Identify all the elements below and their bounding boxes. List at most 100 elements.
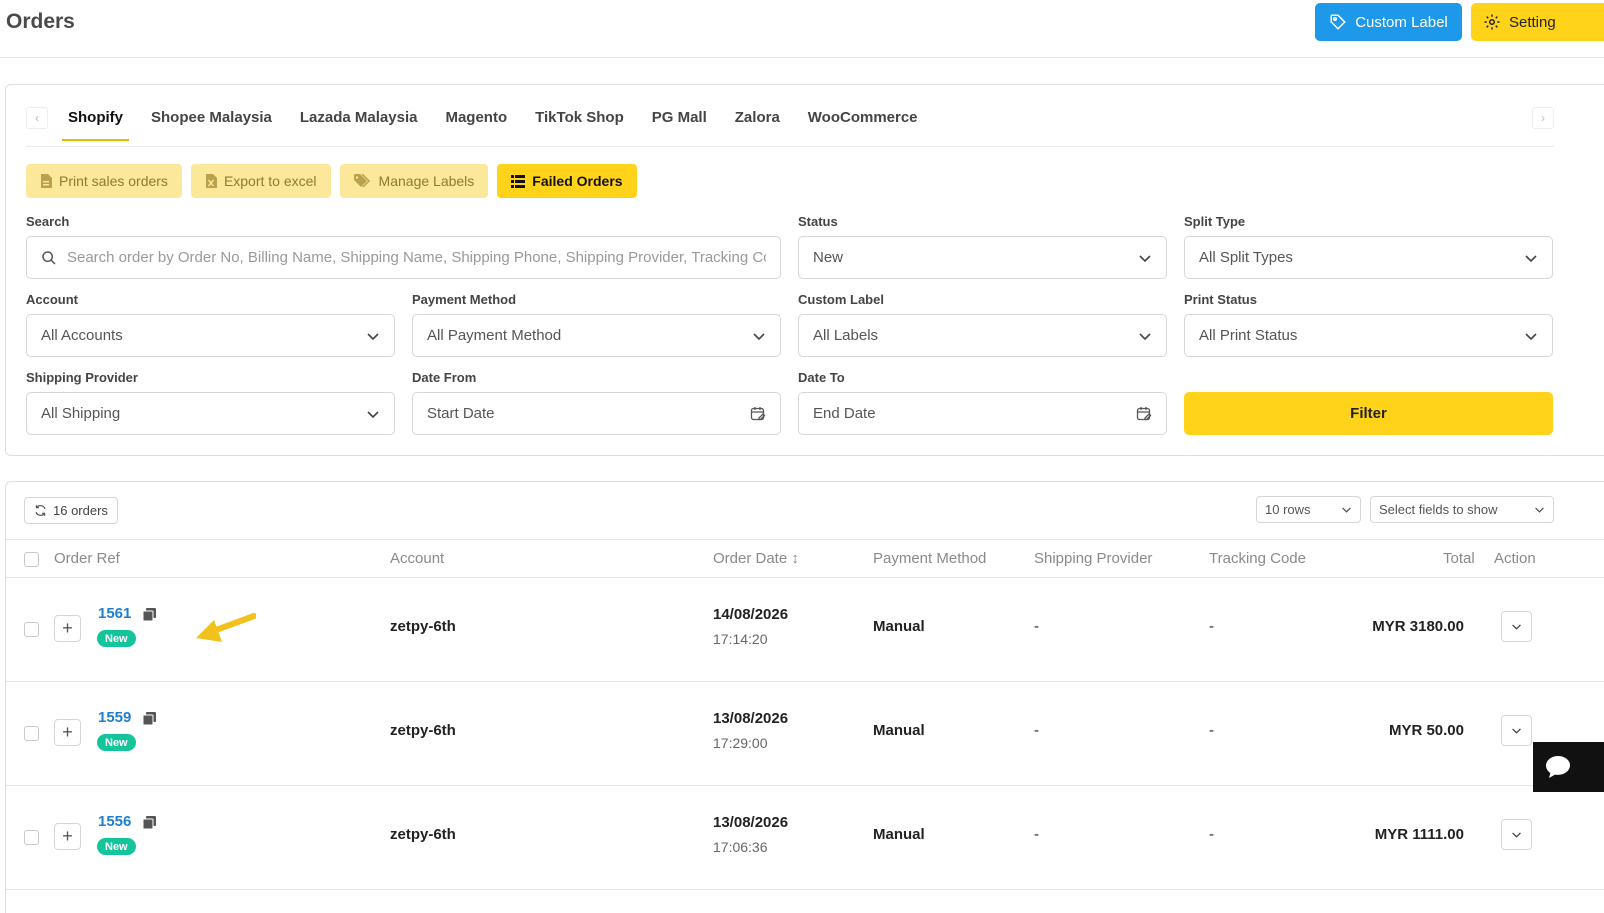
row-action-dropdown[interactable] bbox=[1501, 819, 1532, 850]
copy-icon[interactable] bbox=[143, 816, 156, 829]
tab-woocommerce[interactable]: WooCommerce bbox=[808, 109, 918, 140]
account-select[interactable]: All Accounts bbox=[26, 314, 395, 357]
status-select[interactable]: New bbox=[798, 236, 1167, 279]
split-type-value: All Split Types bbox=[1199, 249, 1293, 266]
row-checkbox[interactable] bbox=[24, 726, 39, 741]
date-from-placeholder: Start Date bbox=[427, 405, 495, 422]
expand-row-button[interactable]: + bbox=[54, 615, 81, 642]
order-date-cell: 13/08/2026 bbox=[713, 814, 789, 831]
split-type-select[interactable]: All Split Types bbox=[1184, 236, 1553, 279]
row-checkbox[interactable] bbox=[24, 830, 39, 845]
rows-per-page-value: 10 rows bbox=[1265, 502, 1311, 517]
date-from-input[interactable]: Start Date bbox=[412, 392, 781, 435]
manage-labels-text: Manage Labels bbox=[378, 173, 475, 189]
calendar-icon[interactable] bbox=[1136, 406, 1152, 422]
print-status-label: Print Status bbox=[1184, 292, 1257, 307]
order-date-cell: 13/08/2026 bbox=[713, 710, 789, 727]
chevron-down-icon bbox=[367, 332, 379, 340]
col-order-date[interactable]: Order Date ↕ bbox=[713, 550, 799, 567]
calendar-icon[interactable] bbox=[750, 406, 766, 422]
print-status-select[interactable]: All Print Status bbox=[1184, 314, 1553, 357]
tab-lazada-malaysia[interactable]: Lazada Malaysia bbox=[300, 109, 418, 140]
payment-method-cell: Manual bbox=[873, 618, 925, 635]
tab-scroll-right-button[interactable]: › bbox=[1532, 107, 1554, 129]
chevron-down-icon bbox=[1139, 254, 1151, 262]
tracking-code-cell: - bbox=[1209, 826, 1214, 843]
shipping-provider-select[interactable]: All Shipping bbox=[26, 392, 395, 435]
row-checkbox[interactable] bbox=[24, 622, 39, 637]
date-to-placeholder: End Date bbox=[813, 405, 876, 422]
status-badge: New bbox=[97, 630, 136, 647]
search-icon bbox=[42, 250, 56, 265]
account-value: All Accounts bbox=[41, 327, 123, 344]
search-input[interactable]: Search order by Order No, Billing Name, … bbox=[26, 236, 781, 279]
col-action: Action bbox=[1494, 550, 1536, 567]
filter-button[interactable]: Filter bbox=[1184, 392, 1553, 435]
failed-orders-button[interactable]: Failed Orders bbox=[497, 164, 637, 198]
copy-icon[interactable] bbox=[143, 712, 156, 725]
tab-shopify[interactable]: Shopify bbox=[62, 109, 129, 141]
shipping-provider-value: All Shipping bbox=[41, 405, 121, 422]
marketplace-tabbar: ‹ Shopify Shopee Malaysia Lazada Malaysi… bbox=[26, 103, 1554, 147]
chevron-down-icon bbox=[367, 410, 379, 418]
order-ref-link[interactable]: 1556 bbox=[98, 813, 131, 830]
order-ref-link[interactable]: 1561 bbox=[98, 605, 131, 622]
custom-label-select[interactable]: All Labels bbox=[798, 314, 1167, 357]
order-actions: Print sales orders Export to excel Manag… bbox=[26, 164, 637, 198]
select-fields-dropdown[interactable]: Select fields to show bbox=[1370, 496, 1554, 523]
chevron-down-icon bbox=[753, 332, 765, 340]
tab-pg-mall[interactable]: PG Mall bbox=[652, 109, 707, 140]
custom-label-button-text: Custom Label bbox=[1355, 13, 1448, 31]
account-label: Account bbox=[26, 292, 78, 307]
refresh-orders-button[interactable]: 16 orders bbox=[24, 497, 118, 524]
setting-button-text: Setting bbox=[1509, 13, 1556, 31]
order-time-cell: 17:14:20 bbox=[713, 631, 768, 647]
custom-label-button[interactable]: Custom Label bbox=[1315, 3, 1462, 41]
order-ref-link[interactable]: 1559 bbox=[98, 709, 131, 726]
payment-method-select[interactable]: All Payment Method bbox=[412, 314, 781, 357]
select-all-checkbox[interactable] bbox=[24, 552, 39, 567]
tab-scroll-left-button[interactable]: ‹ bbox=[26, 107, 48, 129]
tab-magento[interactable]: Magento bbox=[445, 109, 507, 140]
chevron-down-icon bbox=[1139, 332, 1151, 340]
col-total: Total bbox=[1443, 550, 1475, 567]
chevron-down-icon bbox=[1342, 507, 1351, 513]
col-payment-method: Payment Method bbox=[873, 550, 987, 567]
manage-labels-button[interactable]: Manage Labels bbox=[339, 164, 489, 198]
status-value: New bbox=[813, 249, 844, 266]
tab-tiktok-shop[interactable]: TikTok Shop bbox=[535, 109, 624, 140]
status-label: Status bbox=[798, 214, 838, 229]
search-placeholder: Search order by Order No, Billing Name, … bbox=[66, 249, 766, 266]
status-badge: New bbox=[97, 838, 136, 855]
rows-per-page-select[interactable]: 10 rows bbox=[1256, 496, 1361, 523]
chat-widget-button[interactable] bbox=[1533, 742, 1604, 792]
table-row: + 1556 New zetpy-6th 13/08/2026 17:06:36… bbox=[6, 786, 1604, 890]
total-cell: MYR 3180.00 bbox=[1372, 618, 1464, 635]
expand-row-button[interactable]: + bbox=[54, 823, 81, 850]
tab-zalora[interactable]: Zalora bbox=[735, 109, 780, 140]
payment-method-cell: Manual bbox=[873, 826, 925, 843]
chevron-down-icon bbox=[1512, 728, 1521, 734]
setting-button[interactable]: Setting bbox=[1471, 3, 1604, 41]
account-cell: zetpy-6th bbox=[390, 722, 456, 739]
page-title: Orders bbox=[6, 10, 75, 33]
table-row: + 1559 New zetpy-6th 13/08/2026 17:29:00… bbox=[6, 682, 1604, 786]
print-sales-orders-button[interactable]: Print sales orders bbox=[26, 164, 182, 198]
status-badge: New bbox=[97, 734, 136, 751]
copy-icon[interactable] bbox=[143, 608, 156, 621]
tab-shopee-malaysia[interactable]: Shopee Malaysia bbox=[151, 109, 272, 140]
tracking-code-cell: - bbox=[1209, 618, 1214, 635]
chevron-down-icon bbox=[1525, 254, 1537, 262]
print-sales-orders-text: Print sales orders bbox=[59, 173, 168, 189]
custom-label-value: All Labels bbox=[813, 327, 879, 344]
row-action-dropdown[interactable] bbox=[1501, 611, 1532, 642]
row-action-dropdown[interactable] bbox=[1501, 715, 1532, 746]
expand-row-button[interactable]: + bbox=[54, 719, 81, 746]
table-header: Order Ref Account Order Date ↕ Payment M… bbox=[6, 539, 1604, 578]
chevron-down-icon bbox=[1525, 332, 1537, 340]
col-account: Account bbox=[390, 550, 445, 567]
annotation-arrow-icon bbox=[196, 613, 256, 642]
date-to-input[interactable]: End Date bbox=[798, 392, 1167, 435]
shipping-provider-label: Shipping Provider bbox=[26, 370, 138, 385]
export-excel-button[interactable]: Export to excel bbox=[190, 164, 331, 198]
